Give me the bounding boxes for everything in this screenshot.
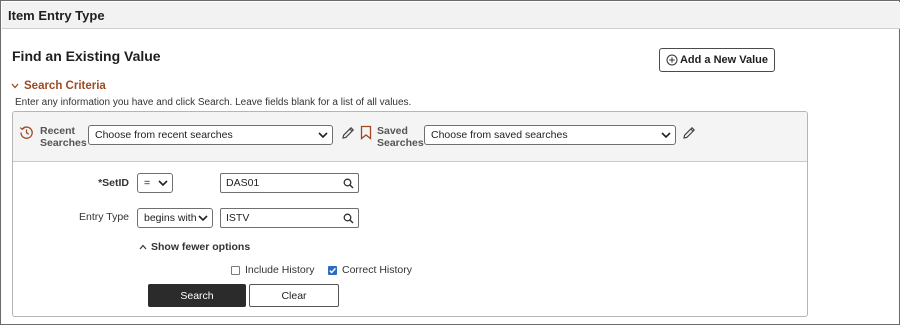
history-icon[interactable] [19,125,34,140]
title-bar: Item Entry Type [2,2,900,29]
add-new-value-label: Add a New Value [679,54,769,66]
plus-circle-icon [666,54,678,66]
setid-label: *SetID [98,177,129,189]
recent-label-line1: Recent [40,125,76,137]
bookmark-icon[interactable] [360,125,372,140]
setid-operator-value: = [144,177,151,189]
clear-button[interactable]: Clear [249,284,339,307]
checkmark-icon [329,267,336,274]
chevron-down-icon [158,180,168,187]
chevron-up-icon [139,244,147,250]
saved-label-line2: Searches [377,137,424,149]
show-fewer-options-label: Show fewer options [151,241,251,253]
recent-searches-value: Choose from recent searches [95,129,233,141]
page-title: Item Entry Type [8,8,105,23]
search-criteria-label: Search Criteria [24,80,106,92]
chevron-down-icon [198,215,208,222]
entry-type-label: Entry Type [79,211,129,223]
magnifier-icon[interactable] [343,213,354,224]
saved-searches-value: Choose from saved searches [431,129,568,141]
recent-label-line2: Searches [40,137,87,149]
magnifier-icon[interactable] [343,178,354,189]
setid-input[interactable]: DAS01 [220,173,359,193]
include-history-label: Include History [245,264,315,276]
entry-type-value: ISTV [226,212,250,224]
correct-history-box[interactable] [328,265,337,275]
add-new-value-button[interactable]: Add a New Value [659,48,775,72]
entry-type-operator-select[interactable]: begins with [137,208,213,228]
pencil-icon[interactable] [340,125,356,141]
chevron-down-icon [661,132,671,139]
saved-searches-label: Saved Searches [377,125,424,149]
recent-searches-dropdown[interactable]: Choose from recent searches [88,125,333,145]
search-instructions: Enter any information you have and click… [15,97,412,108]
include-history-checkbox[interactable]: Include History [231,264,314,276]
setid-operator-select[interactable]: = [137,173,173,193]
setid-value: DAS01 [226,177,260,189]
chevron-down-icon [318,132,328,139]
page-frame: Item Entry Type Find an Existing Value A… [0,0,900,325]
show-fewer-options-toggle[interactable]: Show fewer options [139,241,250,253]
search-criteria-toggle[interactable]: Search Criteria [11,80,106,92]
correct-history-checkbox[interactable]: Correct History [328,264,412,276]
recent-saved-bar: Recent Searches Choose from recent searc… [13,112,807,162]
saved-searches-dropdown[interactable]: Choose from saved searches [424,125,676,145]
entry-type-operator-value: begins with [144,212,197,224]
pencil-icon[interactable] [681,125,697,141]
find-existing-heading: Find an Existing Value [12,48,161,64]
chevron-down-icon [11,83,19,89]
search-button[interactable]: Search [148,284,246,307]
include-history-box[interactable] [231,265,240,275]
saved-label-line1: Saved [377,125,408,137]
entry-type-input[interactable]: ISTV [220,208,359,228]
correct-history-label: Correct History [342,264,413,276]
search-criteria-panel: Recent Searches Choose from recent searc… [12,111,808,317]
recent-searches-label: Recent Searches [40,125,87,149]
